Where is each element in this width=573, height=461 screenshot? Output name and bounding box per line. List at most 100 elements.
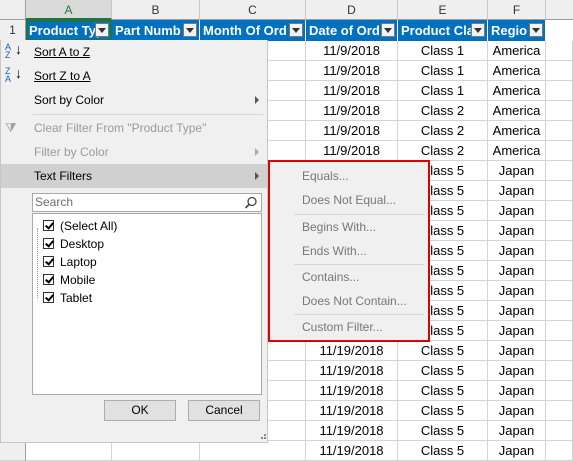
filter-item-select-all[interactable]: (Select All) [43, 217, 117, 235]
table-cell-date[interactable]: 11/9/2018 [306, 41, 398, 61]
row-header-1[interactable]: 1 [0, 20, 26, 41]
checkbox-checked[interactable] [43, 238, 54, 249]
table-cell[interactable] [546, 381, 573, 401]
submenu-begins-with[interactable]: Begins With... [270, 216, 428, 238]
filter-dropdown-icon[interactable] [529, 23, 543, 37]
table-cell-cls[interactable]: Class 1 [398, 81, 488, 101]
table-cell-region[interactable]: Japan [488, 341, 546, 361]
table-cell[interactable] [546, 241, 573, 261]
submenu-equals[interactable]: Equals... [270, 165, 428, 187]
submenu-does-not-contain[interactable]: Does Not Contain... [270, 290, 428, 312]
table-cell-date[interactable]: 11/9/2018 [306, 61, 398, 81]
table-cell-cls[interactable]: Class 2 [398, 101, 488, 121]
header-region[interactable]: Regio [488, 20, 546, 41]
table-cell[interactable] [546, 121, 573, 141]
table-cell-region[interactable]: America [488, 141, 546, 161]
table-cell[interactable] [546, 401, 573, 421]
table-cell-date[interactable]: 11/19/2018 [306, 341, 398, 361]
select-all-corner[interactable] [0, 0, 26, 20]
table-cell-region[interactable]: Japan [488, 421, 546, 441]
table-cell-date[interactable]: 11/9/2018 [306, 101, 398, 121]
table-cell-region[interactable]: Japan [488, 301, 546, 321]
filter-dropdown-icon[interactable] [183, 23, 197, 37]
filter-value-list[interactable]: (Select All) Desktop Laptop Mobile Table… [32, 213, 262, 395]
column-header-f[interactable]: F [488, 0, 546, 20]
table-cell[interactable] [546, 161, 573, 181]
table-cell-region[interactable]: America [488, 61, 546, 81]
checkbox-checked[interactable] [43, 220, 54, 231]
header-product-type[interactable]: Product Typ [26, 20, 112, 41]
table-cell[interactable] [546, 261, 573, 281]
submenu-custom-filter[interactable]: Custom Filter... [270, 316, 428, 338]
table-cell[interactable] [546, 181, 573, 201]
table-cell[interactable] [546, 341, 573, 361]
table-cell[interactable] [546, 141, 573, 161]
table-cell-region[interactable]: America [488, 41, 546, 61]
filter-item-mobile[interactable]: Mobile [43, 271, 95, 289]
table-cell[interactable] [546, 41, 573, 61]
table-cell[interactable] [546, 301, 573, 321]
table-cell-cls[interactable]: Class 2 [398, 121, 488, 141]
table-cell-region[interactable]: Japan [488, 241, 546, 261]
table-cell[interactable] [546, 61, 573, 81]
column-header-e[interactable]: E [398, 0, 488, 20]
table-cell-date[interactable]: 11/19/2018 [306, 401, 398, 421]
table-cell-region[interactable]: Japan [488, 281, 546, 301]
table-cell[interactable] [546, 441, 573, 461]
table-cell-region[interactable]: Japan [488, 441, 546, 461]
table-cell-region[interactable]: America [488, 121, 546, 141]
table-cell-region[interactable]: Japan [488, 221, 546, 241]
table-cell[interactable] [546, 281, 573, 301]
filter-dropdown-icon[interactable] [289, 23, 303, 37]
column-header-b[interactable]: B [112, 0, 200, 20]
table-cell[interactable] [546, 201, 573, 221]
filter-item-laptop[interactable]: Laptop [43, 253, 97, 271]
filter-item-tablet[interactable]: Tablet [43, 289, 92, 307]
checkbox-checked[interactable] [43, 256, 54, 267]
menu-sort-by-color[interactable]: Sort by Color [1, 88, 267, 112]
filter-dropdown-icon[interactable] [95, 23, 109, 37]
table-cell-region[interactable]: Japan [488, 321, 546, 341]
submenu-contains[interactable]: Contains... [270, 266, 428, 288]
table-cell[interactable] [546, 221, 573, 241]
table-cell[interactable] [546, 101, 573, 121]
filter-dropdown-icon[interactable] [471, 23, 485, 37]
table-cell-date[interactable]: 11/19/2018 [306, 441, 398, 461]
table-cell-region[interactable]: Japan [488, 181, 546, 201]
table-cell[interactable] [546, 421, 573, 441]
table-cell-region[interactable]: America [488, 81, 546, 101]
table-cell-region[interactable]: Japan [488, 261, 546, 281]
table-cell-date[interactable]: 11/19/2018 [306, 361, 398, 381]
table-cell-cls[interactable]: Class 5 [398, 341, 488, 361]
checkbox-checked[interactable] [43, 292, 54, 303]
ok-button[interactable]: OK [104, 400, 176, 421]
table-cell-cls[interactable]: Class 5 [398, 361, 488, 381]
header-part-number[interactable]: Part Numb [112, 20, 200, 41]
table-cell-region[interactable]: Japan [488, 161, 546, 181]
table-cell-date[interactable]: 11/9/2018 [306, 81, 398, 101]
column-header-c[interactable]: C [200, 0, 306, 20]
table-cell-region[interactable]: Japan [488, 401, 546, 421]
column-header-d[interactable]: D [306, 0, 398, 20]
cancel-button[interactable]: Cancel [188, 400, 260, 421]
table-cell-region[interactable]: America [488, 101, 546, 121]
table-cell-date[interactable]: 11/9/2018 [306, 121, 398, 141]
checkbox-checked[interactable] [43, 274, 54, 285]
table-cell[interactable] [26, 441, 112, 461]
table-cell-cls[interactable]: Class 1 [398, 41, 488, 61]
filter-search-input[interactable]: Search [32, 193, 262, 212]
table-cell-date[interactable]: 11/19/2018 [306, 381, 398, 401]
menu-sort-a-to-z[interactable]: A Z ↓ Sort A to Z [1, 40, 267, 64]
submenu-does-not-equal[interactable]: Does Not Equal... [270, 189, 428, 211]
header-product-class[interactable]: Product Cla [398, 20, 488, 41]
table-cell-cls[interactable]: Class 5 [398, 441, 488, 461]
table-cell-region[interactable]: Japan [488, 361, 546, 381]
header-month-of-order[interactable]: Month Of Ord [200, 20, 306, 41]
menu-text-filters[interactable]: Text Filters [1, 164, 267, 188]
row-header[interactable] [0, 441, 26, 461]
table-cell[interactable] [546, 81, 573, 101]
table-cell-cls[interactable]: Class 1 [398, 61, 488, 81]
table-cell[interactable] [112, 441, 200, 461]
filter-dropdown-icon[interactable] [381, 23, 395, 37]
table-cell-cls[interactable]: Class 5 [398, 401, 488, 421]
